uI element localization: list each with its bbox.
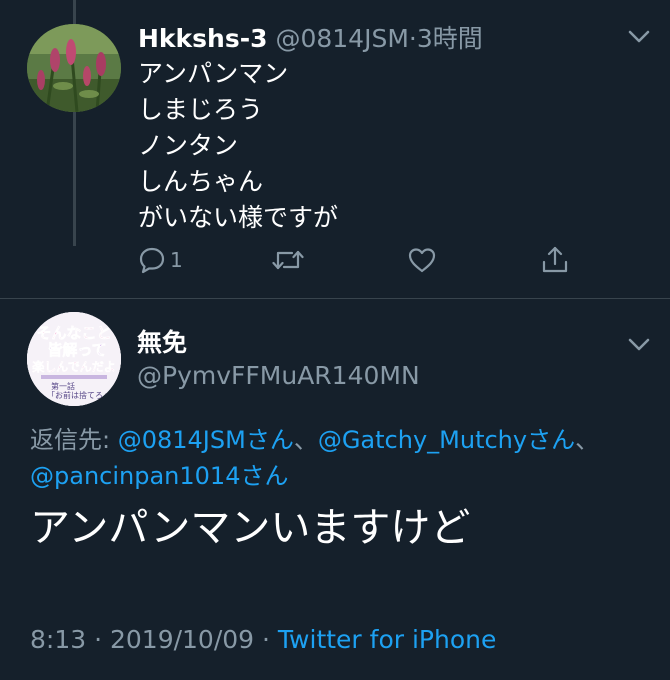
chevron-down-icon[interactable] [628,30,650,44]
tweet-time[interactable]: 8:13 [30,625,86,654]
tweet-actions: 1 [0,240,670,280]
separator-dot: · [408,24,417,53]
mention-separator: 、 [575,426,600,454]
tweet-metadata: 8:13 · 2019/10/09 · Twitter for iPhone [30,622,496,658]
tweet-text-line: がいない様ですが [138,203,339,232]
mention-link[interactable]: @0814JSMさん [118,426,294,454]
tweet-date[interactable]: 2019/10/09 [110,625,254,654]
retweet-button[interactable] [272,240,304,280]
separator-dot: · [86,625,110,654]
avatar-text: 楽しんでんだよ [32,359,115,374]
user-handle[interactable]: @PymvFFMuAR140MN [137,359,420,393]
thread-connector-line [73,0,76,24]
retweet-icon [272,250,304,270]
avatar-text: 皆解って [47,341,106,359]
tweet-source-link[interactable]: Twitter for iPhone [278,625,496,654]
thread-connector-line [73,112,76,246]
tweet-text-line: アンパンマン [138,59,289,88]
tweet-text-line: ノンタン [138,131,239,160]
avatar-text: 第一話 [51,381,75,391]
mention-link[interactable]: @pancinpan1014さん [30,462,288,490]
avatar[interactable]: そんなこと 皆解って 楽しんでんだよ 第一話 「お前は捨てろ」 [27,312,121,406]
share-icon [542,246,568,273]
like-button[interactable] [407,240,437,280]
mention-separator: 、 [293,426,318,454]
tweet-header: Hkkshs-3 @0814JSM·3時間 [138,22,483,56]
tweet-text: アンパンマン しまじろう ノンタン しんちゃん がいない様ですが [138,56,338,236]
share-button[interactable] [541,240,569,280]
mention-link[interactable]: @Gatchy_Mutchyさん [318,426,575,454]
reply-to-label: 返信先: [30,426,118,454]
tweet-text-line: しんちゃん [138,167,264,196]
separator-dot: · [254,625,278,654]
avatar-image: そんなこと 皆解って 楽しんでんだよ 第一話 「お前は捨てろ」 [27,312,121,406]
tweet-divider [0,298,670,299]
user-handle[interactable]: @0814JSM [275,24,408,53]
reply-context: 返信先: @0814JSMさん、@Gatchy_Mutchyさん、 @panci… [30,422,599,494]
display-name[interactable]: 無免 [137,326,187,360]
tweet-timestamp[interactable]: 3時間 [417,24,483,53]
tweet-text: アンパンマンいますけど [30,505,471,551]
reply-count: 1 [170,248,183,272]
avatar-text: 「お前は捨てろ」 [47,390,111,400]
avatar-image [27,24,121,112]
display-name[interactable]: Hkkshs-3 [138,24,268,53]
reply-button[interactable]: 1 [138,240,183,280]
heart-icon [408,248,436,273]
chevron-down-icon[interactable] [628,338,650,352]
avatar-text: そんなこと [36,324,111,342]
reply-icon [139,247,165,274]
tweet-text-line: しまじろう [138,95,264,124]
avatar[interactable] [27,24,121,112]
